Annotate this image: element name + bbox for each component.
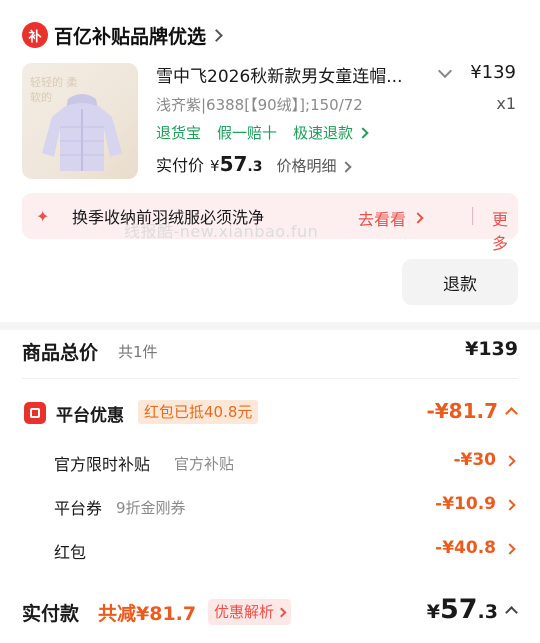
goods-total-label: 商品总价 (22, 342, 99, 364)
puffer-jacket-image (42, 94, 122, 171)
discount-item-label: 平台券 (54, 499, 103, 518)
paid-price-decimal: .3 (247, 159, 263, 175)
paid-price-integer: 57 (219, 152, 248, 176)
product-paid-price: 实付价 ¥ 57 .3 价格明细 (156, 152, 353, 176)
discount-item-amount: -¥30 (453, 450, 496, 470)
discount-item-red-packet[interactable]: 红包 -¥40.8 (54, 537, 518, 563)
paid-price-label: 实付价 (156, 156, 205, 175)
platform-discount-row[interactable]: 平台优惠 红包已抵40.8元 -¥81.7 (22, 399, 518, 427)
final-decimal: .3 (477, 601, 498, 623)
product-sku: 浅齐紫|6388[【90绒】];150/72 (156, 96, 363, 114)
promo-more-link[interactable]: 更多 (492, 206, 518, 254)
service-fast-refund: 极速退款 (293, 124, 354, 142)
watermark: 线报酷-new.xianbao.fun (124, 222, 319, 241)
chevron-right-icon (412, 212, 424, 224)
store-header[interactable]: 补 百亿补贴品牌优选 (22, 20, 223, 50)
discount-analysis-label: 优惠解析 (214, 603, 275, 621)
promo-divider (472, 207, 473, 225)
section-divider (0, 322, 540, 330)
chevron-right-icon (276, 607, 287, 617)
goods-total-price: ¥139 (465, 338, 518, 360)
chevron-down-icon[interactable] (437, 63, 453, 79)
sparkle-icon: ✦ (36, 206, 50, 226)
discount-item-official-subsidy[interactable]: 官方限时补贴 官方补贴 -¥30 (54, 449, 518, 475)
final-payment-label: 实付款 (22, 603, 80, 625)
coupon-icon (24, 402, 46, 424)
price-detail-link[interactable]: 价格明细 (276, 155, 336, 176)
discount-item-amount: -¥40.8 (435, 538, 496, 558)
store-name: 百亿补贴品牌优选 (54, 25, 207, 48)
chevron-right-icon (340, 161, 353, 173)
store-logo-icon: 补 (22, 22, 48, 48)
chevron-right-icon (357, 126, 369, 139)
discount-item-amount: -¥10.9 (435, 494, 496, 514)
final-integer: 57 (439, 594, 478, 625)
product-title[interactable]: 雪中飞2026秋新款男女童连帽... (156, 62, 402, 87)
discount-analysis-button[interactable]: 优惠解析 (208, 599, 292, 625)
platform-discount-label: 平台优惠 (56, 406, 124, 426)
red-packet-tag: 红包已抵40.8元 (138, 400, 259, 424)
discount-item-note: 9折金刚券 (116, 499, 186, 517)
discount-item-platform-coupon[interactable]: 平台券 9折金刚券 -¥10.9 (54, 493, 518, 519)
goods-total-row: 商品总价 共1件 ¥139 (22, 336, 518, 366)
discount-item-label: 官方限时补贴 (54, 455, 151, 474)
product-thumbnail[interactable]: 轻轻的 柔软的 (22, 63, 138, 179)
service-fake-compensation: 假一赔十 (217, 124, 278, 142)
service-badges[interactable]: 退货宝 假一赔十 极速退款 (156, 122, 369, 143)
goods-count: 共1件 (118, 343, 158, 361)
chevron-up-icon[interactable] (505, 606, 518, 619)
paid-price-currency: ¥ (210, 157, 220, 175)
promo-go-label: 去看看 (358, 210, 407, 229)
chevron-right-icon (504, 455, 516, 467)
service-return-insurance: 退货宝 (156, 124, 202, 142)
platform-discount-amount: -¥81.7 (426, 399, 498, 423)
product-quantity: x1 (496, 94, 516, 113)
total-saved: 共减¥81.7 (98, 603, 197, 625)
chevron-right-icon (210, 28, 223, 42)
discount-item-note: 官方补贴 (174, 455, 235, 473)
promo-go-link[interactable]: 去看看 (358, 206, 424, 230)
chevron-up-icon[interactable] (505, 407, 518, 420)
final-currency: ¥ (426, 601, 440, 623)
unit-price: ¥139 (470, 62, 516, 83)
chevron-right-icon (504, 543, 516, 555)
refund-button[interactable]: 退款 (402, 259, 518, 305)
chevron-right-icon (504, 499, 516, 511)
row-divider (22, 378, 518, 379)
final-payment-row: 实付款 共减¥81.7 优惠解析 ¥ 57 .3 (22, 594, 518, 628)
discount-item-label: 红包 (54, 543, 87, 562)
final-payment-amount: ¥ 57 .3 (427, 594, 498, 625)
